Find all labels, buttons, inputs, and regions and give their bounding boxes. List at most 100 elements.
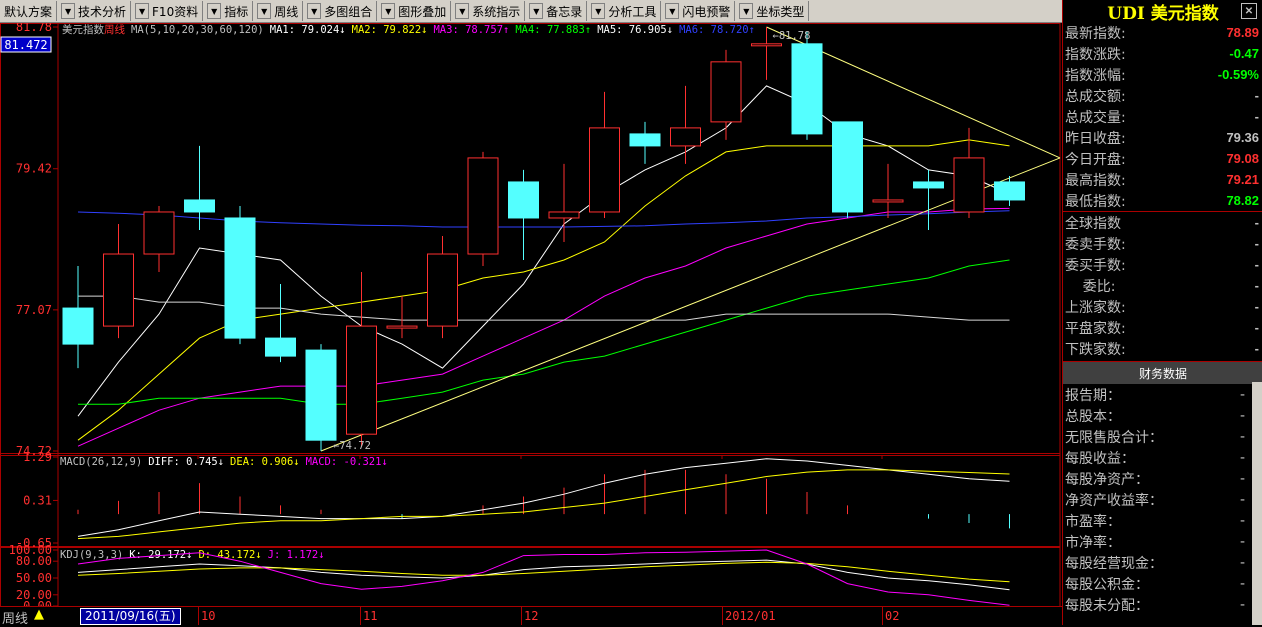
date-axis-bar: 周线 ▲ 2011/09/16(五) 10 11 12 2012/01 02 <box>0 606 1062 627</box>
finance-row: 每股经营现金： - <box>1063 552 1262 573</box>
dropdown-icon: ▼ <box>207 3 222 19</box>
toolbar-item[interactable]: ▼ 周线 <box>253 1 304 21</box>
finance-label: 报告期： <box>1065 387 1121 404</box>
macd-params: MACD(26,12,9) <box>60 456 142 468</box>
quote-value: 78.89 <box>1226 25 1259 40</box>
high-marker-label: ←81.78 <box>773 30 811 42</box>
finance-label: 每股未分配： <box>1065 597 1149 614</box>
market-row: 上涨家数: - <box>1063 296 1262 317</box>
toolbar-item-label: 系统指示 <box>472 4 521 19</box>
candle-body <box>386 325 418 329</box>
finance-value: - <box>1239 491 1245 508</box>
candlestick[interactable] <box>224 205 256 345</box>
candle-body <box>629 133 661 147</box>
candle-body <box>143 211 175 255</box>
dropdown-icon: ▼ <box>135 3 150 19</box>
period-label[interactable]: 周线 <box>2 608 28 627</box>
candlestick[interactable] <box>994 175 1025 206</box>
chart-area[interactable]: 81.78 79.42 77.07 74.72 81.472 美元指数周线 MA(5,10,… <box>0 23 1062 625</box>
finance-row: 无限售股合计： - <box>1063 426 1262 447</box>
period-triangle-icon[interactable]: ▲ <box>34 607 44 622</box>
kdj-legend: KDJ(9,3,3) K: 29.172↓ D: 43.172↓ J: 1.172↓ <box>60 549 325 561</box>
finance-scrollbar[interactable] <box>1252 382 1262 625</box>
finance-label: 每股公积金： <box>1065 576 1149 593</box>
quote-row: 今日开盘: 79.08 <box>1063 148 1262 169</box>
candlestick[interactable] <box>791 31 823 140</box>
toolbar-item[interactable]: ▼ 技术分析 <box>57 1 132 21</box>
toolbar-item[interactable]: ▼ 多图组合 <box>303 1 378 21</box>
candlestick[interactable] <box>548 163 580 243</box>
ma-params: MA(5,10,20,30,60,120) <box>131 24 264 36</box>
quote-panel: UDI 美元指数 ✕ 最新指数: 78.89 指数涨跌: -0.47 指数涨幅: -0.5… <box>1062 0 1262 625</box>
candlestick[interactable] <box>103 223 134 339</box>
ma-line-ma6 <box>77 210 1010 228</box>
finance-row: 市盈率： - <box>1063 510 1262 531</box>
toolbar-item[interactable]: ▼ 分析工具 <box>587 1 662 21</box>
candle-body <box>305 349 337 441</box>
quote-label: 总成交量: <box>1065 109 1126 126</box>
toolbar-item[interactable]: ▼ 坐标类型 <box>735 1 810 21</box>
toolbar-item[interactable]: ▼ 系统指示 <box>451 1 526 21</box>
finance-label: 净资产收益率： <box>1065 492 1163 509</box>
finance-value: - <box>1239 428 1245 445</box>
dropdown-icon: ▼ <box>61 3 76 19</box>
market-row: 全球指数 - <box>1063 212 1262 233</box>
market-value: - <box>1254 320 1259 335</box>
candlestick[interactable] <box>143 205 175 273</box>
candlestick[interactable] <box>62 266 94 369</box>
finance-label: 市盈率： <box>1065 513 1121 530</box>
candlestick[interactable] <box>386 296 418 339</box>
ma-value: MA1: 79.024↓ <box>270 24 346 36</box>
quote-value: 79.21 <box>1226 172 1259 187</box>
quote-row: 最高指数: 79.21 <box>1063 169 1262 190</box>
quote-row: 昨日收盘: 79.36 <box>1063 127 1262 148</box>
candlestick[interactable] <box>629 121 661 164</box>
finance-header[interactable]: 财务数据 <box>1063 361 1262 384</box>
candlestick[interactable] <box>872 163 904 218</box>
candlestick[interactable] <box>346 272 377 447</box>
quote-row: 指数涨幅: -0.59% <box>1063 64 1262 85</box>
dropdown-icon: ▼ <box>257 3 272 19</box>
toolbar-item[interactable]: ▼ 备忘录 <box>525 1 588 21</box>
candle-body <box>751 43 782 47</box>
candlestick[interactable] <box>508 169 539 261</box>
market-value: - <box>1254 257 1259 272</box>
candlestick[interactable] <box>265 284 296 363</box>
finance-row: 每股净资产： - <box>1063 468 1262 489</box>
toolbar-item[interactable]: 默认方案 <box>0 1 58 21</box>
candlestick[interactable] <box>589 91 620 218</box>
toolbar-item[interactable]: ▼ 闪电预警 <box>661 1 736 21</box>
toolbar-item-label: 图形叠加 <box>398 4 447 19</box>
macd-diff-line <box>77 458 1010 537</box>
candlestick[interactable] <box>670 85 701 164</box>
finance-value: - <box>1239 449 1245 466</box>
candle-body <box>62 307 94 345</box>
toolbar-item[interactable]: ▼ 指标 <box>203 1 254 21</box>
finance-label: 每股净资产： <box>1065 471 1149 488</box>
candlestick[interactable] <box>305 344 337 451</box>
quote-row: 最新指数: 78.89 <box>1063 22 1262 43</box>
candlestick[interactable] <box>832 121 863 218</box>
finance-value: - <box>1239 386 1245 403</box>
cursor-date: 2011/09/16(五) <box>80 608 181 625</box>
toolbar-item[interactable]: ▼ 图形叠加 <box>377 1 452 21</box>
toolbar-item[interactable]: ▼ F10资料 <box>131 1 204 21</box>
toolbar-item-label: 周线 <box>274 4 299 19</box>
close-icon[interactable]: ✕ <box>1241 3 1257 19</box>
candle-body <box>589 127 620 213</box>
market-value: - <box>1254 278 1259 293</box>
candlestick[interactable] <box>427 235 458 339</box>
candlestick[interactable] <box>467 151 499 267</box>
candle-body <box>953 157 985 213</box>
chart-canvas[interactable]: 81.7879.4277.0774.7281.472美元指数周线 MA(5,10,… <box>0 23 1062 625</box>
finance-row: 每股未分配： - <box>1063 594 1262 615</box>
toolbar-item-label: F10资料 <box>152 4 199 19</box>
kdj-k-line <box>77 559 1010 591</box>
date-tick: 10 <box>201 609 216 623</box>
candlestick[interactable] <box>913 169 944 230</box>
candlestick[interactable] <box>710 49 742 140</box>
quote-value: 78.82 <box>1226 193 1259 208</box>
finance-rows: 报告期： - 总股本： - 无限售股合计： - 每股收益： - 每股净资产： - 净资产收益率： - 市… <box>1063 384 1262 615</box>
toolbar-item-label: 分析工具 <box>608 4 657 19</box>
market-label: 委比: <box>1065 278 1116 295</box>
